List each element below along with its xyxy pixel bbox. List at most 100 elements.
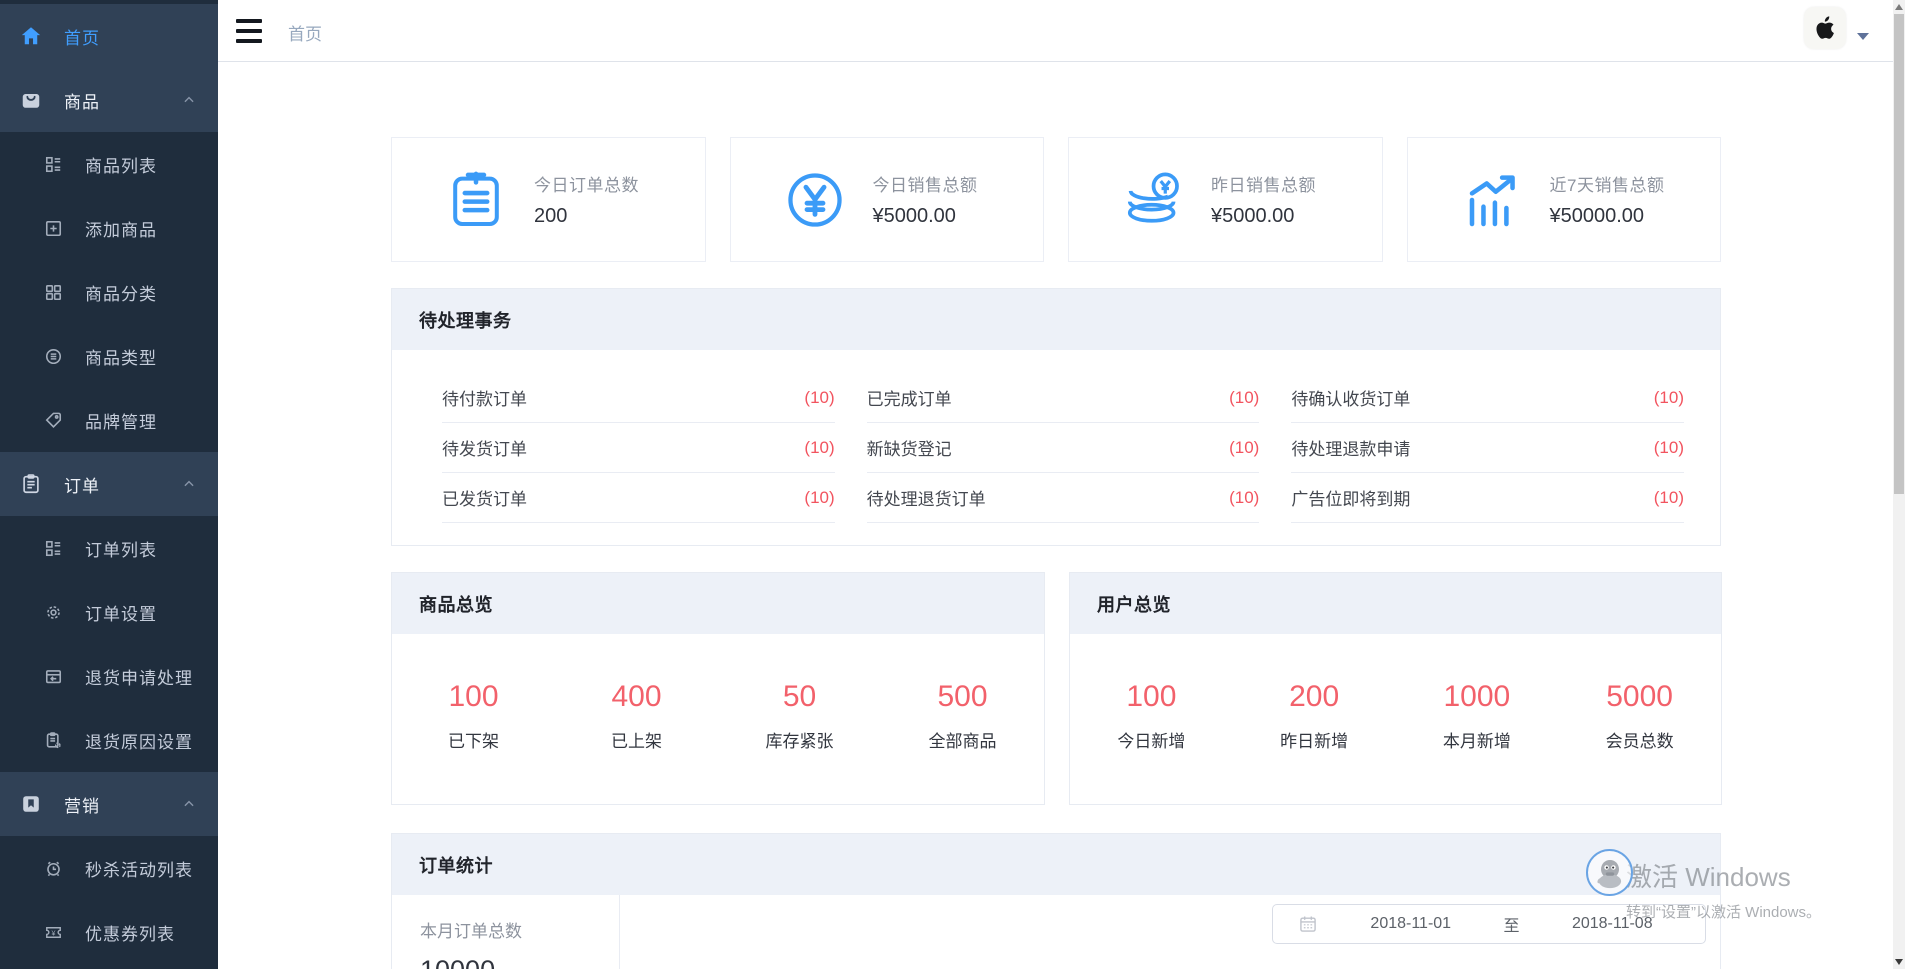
product-overview-stats: 100已下架 400已上架 50库存紧张 500全部商品: [392, 634, 1044, 752]
todo-grid: 待付款订单(10) 已完成订单(10) 待确认收货订单(10) 待发货订单(10…: [392, 350, 1720, 523]
caret-down-icon[interactable]: [1857, 33, 1869, 40]
sidebar-item-label: 商品类型: [85, 344, 157, 369]
order-statistics-panel: 订单统计 本月订单总数 10000 2018-11-01 至 2018-11-0…: [391, 833, 1721, 969]
stat-card-today-orders[interactable]: 今日订单总数 200: [391, 137, 706, 262]
svg-text:¥: ¥: [52, 929, 56, 937]
sidebar-item-product-type[interactable]: 商品类型: [0, 324, 218, 388]
grid-icon: [44, 283, 63, 302]
clipboard-icon: [20, 473, 42, 495]
qq-penguin-icon[interactable]: [1586, 849, 1633, 896]
breadcrumb[interactable]: 首页: [288, 20, 322, 45]
order-statistics-header: 订单统计: [392, 834, 1720, 895]
todo-panel: 待处理事务 待付款订单(10) 已完成订单(10) 待确认收货订单(10) 待发…: [391, 288, 1721, 546]
vertical-scrollbar[interactable]: [1893, 0, 1905, 969]
hamburger-menu-icon[interactable]: [236, 19, 262, 43]
sidebar: 首页 商品 商品列表 添加商品 商品分类 商品类型: [0, 0, 218, 969]
date-start-input[interactable]: 2018-11-01: [1318, 915, 1504, 933]
sidebar-item-product-category[interactable]: 商品分类: [0, 260, 218, 324]
trend-chart-icon: [1460, 168, 1524, 232]
sidebar-item-label: 商品列表: [85, 152, 157, 177]
stat-value: 50: [718, 680, 881, 714]
stat-card-yesterday-sales[interactable]: 昨日销售总额 ¥5000.00: [1068, 137, 1383, 262]
todo-item[interactable]: 广告位即将到期(10): [1291, 473, 1684, 523]
todo-item[interactable]: 待处理退货订单(10): [867, 473, 1260, 523]
todo-count: (10): [804, 388, 834, 408]
user-overview-header: 用户总览: [1070, 573, 1721, 634]
gear-icon: [44, 603, 63, 622]
panel-title: 待处理事务: [419, 307, 512, 333]
sidebar-section-products[interactable]: 商品: [0, 68, 218, 132]
overview-stat[interactable]: 5000会员总数: [1558, 680, 1721, 752]
overview-stat[interactable]: 1000本月新增: [1396, 680, 1559, 752]
home-icon: [20, 25, 42, 47]
coupon-icon: ¥: [44, 923, 63, 942]
todo-label: 待处理退款申请: [1291, 435, 1410, 460]
overview-stat[interactable]: 500全部商品: [881, 680, 1044, 752]
product-overview-header: 商品总览: [392, 573, 1044, 634]
todo-item[interactable]: 待付款订单(10): [442, 373, 835, 423]
return-box-icon: [44, 667, 63, 686]
chevron-up-icon: [182, 93, 196, 107]
sidebar-section-orders[interactable]: 订单: [0, 452, 218, 516]
todo-item[interactable]: 待处理退款申请 (10): [1291, 423, 1684, 473]
date-range-picker[interactable]: 2018-11-01 至 2018-11-08: [1272, 904, 1706, 944]
order-metric-cell: 本月订单总数 10000: [392, 895, 620, 969]
overview-stat[interactable]: 100已下架: [392, 680, 555, 752]
stat-cards-row: 今日订单总数 200 今日销售总额 ¥5000.00 昨日销售总额 ¥5000.…: [391, 137, 1721, 262]
chevron-up-icon: [182, 477, 196, 491]
order-statistics-body: 本月订单总数 10000 2018-11-01 至 2018-11-08: [392, 895, 1720, 969]
panel-title: 商品总览: [419, 591, 493, 617]
avatar[interactable]: [1804, 7, 1846, 49]
sidebar-item-return-reason[interactable]: 退货原因设置: [0, 708, 218, 772]
stat-label: 昨日新增: [1233, 727, 1396, 752]
stat-label: 今日新增: [1070, 727, 1233, 752]
date-end-input[interactable]: 2018-11-08: [1520, 915, 1706, 933]
stat-card-label: 近7天销售总额: [1550, 171, 1665, 196]
todo-count: (10): [1654, 438, 1684, 458]
sidebar-item-order-list[interactable]: 订单列表: [0, 516, 218, 580]
todo-item[interactable]: 已完成订单(10): [867, 373, 1260, 423]
sidebar-item-label: 品牌管理: [85, 408, 157, 433]
clipboard-icon: [444, 168, 508, 232]
panel-title: 用户总览: [1097, 591, 1171, 617]
scroll-down-arrow-icon[interactable]: [1895, 959, 1903, 965]
stat-value: 500: [881, 680, 1044, 714]
stat-value: 200: [1233, 680, 1396, 714]
calendar-icon: [1298, 914, 1318, 934]
stat-card-label: 今日销售总额: [873, 171, 978, 196]
todo-item[interactable]: 新缺货登记(10): [867, 423, 1260, 473]
stat-card-week-sales[interactable]: 近7天销售总额 ¥50000.00: [1407, 137, 1722, 262]
todo-item[interactable]: 待确认收货订单(10): [1291, 373, 1684, 423]
overview-stat[interactable]: 100今日新增: [1070, 680, 1233, 752]
todo-count: (10): [1229, 438, 1259, 458]
stat-value: 100: [392, 680, 555, 714]
sidebar-item-home[interactable]: 首页: [0, 4, 218, 68]
sidebar-section-label: 营销: [64, 792, 100, 817]
overview-stat[interactable]: 50库存紧张: [718, 680, 881, 752]
sidebar-item-brand[interactable]: 品牌管理: [0, 388, 218, 452]
scrollbar-thumb[interactable]: [1894, 14, 1904, 494]
sidebar-item-coupon-list[interactable]: ¥ 优惠券列表: [0, 900, 218, 964]
stat-value: 1000: [1396, 680, 1559, 714]
stat-card-value: 200: [534, 205, 639, 228]
stat-card-label: 昨日销售总额: [1211, 171, 1316, 196]
overview-stat[interactable]: 400已上架: [555, 680, 718, 752]
overview-stat[interactable]: 200 昨日新增: [1233, 680, 1396, 752]
stat-card-today-sales[interactable]: 今日销售总额 ¥5000.00: [730, 137, 1045, 262]
sidebar-item-label: 订单设置: [85, 600, 157, 625]
todo-item[interactable]: 待发货订单(10): [442, 423, 835, 473]
sidebar-section-marketing[interactable]: 营销: [0, 772, 218, 836]
sidebar-item-label: 退货申请处理: [85, 664, 193, 689]
stat-label: 已上架: [555, 727, 718, 752]
sidebar-item-add-product[interactable]: 添加商品: [0, 196, 218, 260]
sidebar-item-return-apply[interactable]: 退货申请处理: [0, 644, 218, 708]
clipboard-gear-icon: [44, 731, 63, 750]
sidebar-section-label: 商品: [64, 88, 100, 113]
sidebar-item-order-settings[interactable]: 订单设置: [0, 580, 218, 644]
scroll-up-arrow-icon[interactable]: [1895, 4, 1903, 10]
sidebar-item-label: 首页: [64, 24, 100, 49]
todo-item[interactable]: 已发货订单(10): [442, 473, 835, 523]
sidebar-item-flash-sale[interactable]: 秒杀活动列表: [0, 836, 218, 900]
sidebar-item-product-list[interactable]: 商品列表: [0, 132, 218, 196]
add-product-icon: [44, 219, 63, 238]
